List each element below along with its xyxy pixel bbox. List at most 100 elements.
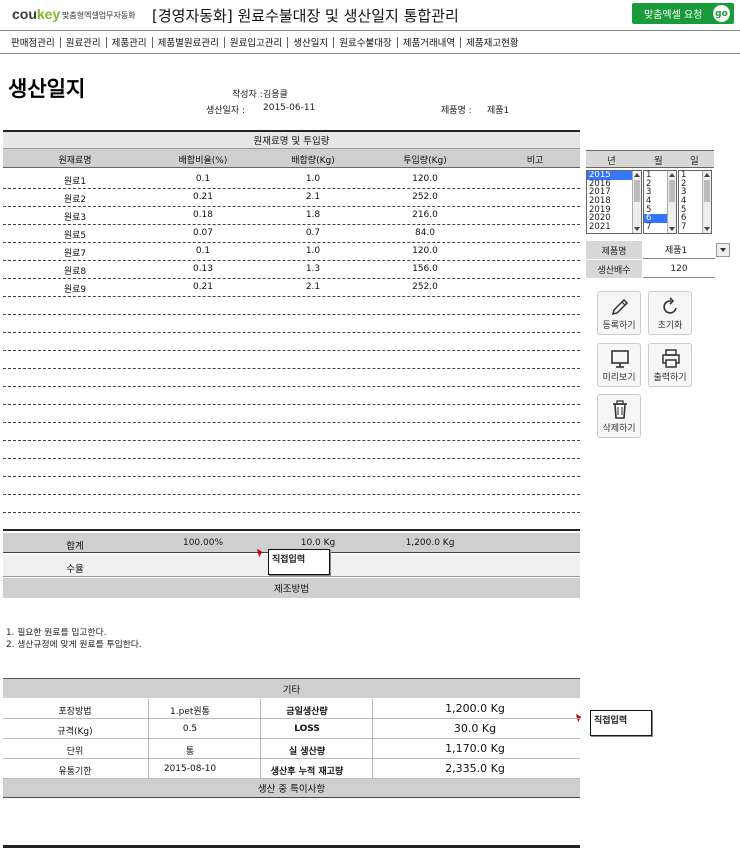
materials-cell[interactable]: 원료2 — [40, 192, 110, 205]
day-listbox[interactable]: 1234567 — [678, 170, 712, 234]
materials-cell[interactable]: 0.21 — [168, 192, 238, 202]
product-dropdown-button[interactable] — [716, 243, 730, 257]
refresh-icon — [663, 297, 677, 314]
row-divider — [3, 314, 580, 315]
day-header: 일 — [690, 156, 699, 167]
etc-value[interactable]: 통 — [150, 744, 230, 757]
row-divider — [3, 440, 580, 441]
materials-cell[interactable]: 2.1 — [278, 282, 348, 292]
print-button[interactable]: 출력하기 — [648, 343, 692, 387]
year-listbox[interactable]: 2015 2016 2017 2018 2019 2020 2021 — [586, 170, 642, 234]
row-divider — [3, 476, 580, 477]
side-product-value[interactable]: 제품1 — [643, 241, 715, 259]
col-header-note: 비고 — [526, 156, 544, 166]
logo-subtitle: 맞춤형엑셀업무자동화 — [62, 11, 136, 20]
page-title: 생산일지 — [8, 77, 86, 101]
materials-cell[interactable]: 0.13 — [168, 264, 238, 274]
printer-icon — [662, 349, 680, 368]
nav-item-product-transactions[interactable]: 제품거래내역 — [398, 35, 460, 49]
method-text[interactable]: 1. 필요한 원료를 입고한다. 2. 생산규정에 맞게 원료를 투입한다. — [6, 627, 142, 651]
row-divider — [3, 224, 580, 225]
register-button[interactable]: 등록하기 — [597, 291, 641, 335]
row-divider — [3, 386, 580, 387]
materials-cell[interactable]: 원료5 — [40, 228, 110, 241]
etc-label: 금일생산량 — [286, 707, 328, 717]
custom-excel-request-button[interactable]: 맞춤엑셀 요청 go — [632, 3, 734, 24]
coukey-logo: coukey — [12, 6, 61, 22]
materials-cell[interactable]: 2.1 — [278, 192, 348, 202]
materials-cell[interactable]: 252.0 — [390, 282, 460, 292]
materials-cell[interactable]: 원료8 — [40, 264, 110, 277]
materials-cell[interactable]: 1.0 — [278, 174, 348, 184]
materials-cell[interactable]: 1.0 — [278, 246, 348, 256]
materials-cell[interactable]: 120.0 — [390, 174, 460, 184]
multiple-value[interactable]: 120 — [643, 260, 715, 278]
writer-value[interactable]: 김용클 — [263, 87, 288, 100]
materials-cell[interactable]: 원료3 — [40, 210, 110, 223]
etc-label: 단위 — [66, 747, 84, 757]
total-amount: 10.0 Kg — [300, 538, 336, 548]
date-value[interactable]: 2015-06-11 — [263, 103, 315, 113]
nav-item-store[interactable]: 판매점관리 — [6, 35, 60, 49]
nav-item-production-log[interactable]: 생산일지 — [288, 35, 333, 49]
etc-value[interactable]: 30.0 Kg — [420, 722, 530, 735]
yield-label[interactable]: 수율 — [40, 561, 110, 575]
nav-item-material-receipt[interactable]: 원료입고관리 — [225, 35, 287, 49]
total-label: 합계 — [66, 541, 84, 552]
col-header-ratio: 배합비율(%) — [178, 156, 228, 166]
etc-value[interactable]: 0.5 — [150, 724, 230, 734]
materials-cell[interactable]: 1.8 — [278, 210, 348, 220]
materials-cell[interactable]: 0.7 — [278, 228, 348, 238]
row-divider — [3, 494, 580, 495]
row-divider — [3, 206, 580, 207]
etc-value[interactable]: 2015-08-10 — [150, 764, 230, 774]
direct-input-comment-2: 직접입력 — [590, 710, 652, 736]
month-listbox[interactable]: 1234567 — [643, 170, 677, 234]
etc-value[interactable]: 2,335.0 Kg — [420, 762, 530, 775]
total-input: 1,200.0 Kg — [405, 538, 455, 548]
materials-cell[interactable]: 216.0 — [390, 210, 460, 220]
writer-label: 작성자 : — [232, 90, 263, 100]
nav-item-product-material[interactable]: 제품별원료관리 — [153, 35, 224, 49]
nav-item-material-ledger[interactable]: 원료수불대장 — [334, 35, 396, 49]
materials-cell[interactable]: 120.0 — [390, 246, 460, 256]
etc-label: 실 생산량 — [288, 747, 326, 757]
materials-cell[interactable]: 252.0 — [390, 192, 460, 202]
reset-button[interactable]: 초기화 — [648, 291, 692, 335]
preview-button[interactable]: 미리보기 — [597, 343, 641, 387]
materials-cell[interactable]: 1.3 — [278, 264, 348, 274]
row-divider — [3, 422, 580, 423]
app-title: [경영자동화] 원료수불대장 및 생산일지 통합관리 — [152, 7, 459, 25]
chevron-down-icon — [720, 248, 726, 252]
row-divider — [3, 368, 580, 369]
etc-value[interactable]: 1,200.0 Kg — [420, 702, 530, 715]
materials-cell[interactable]: 원료1 — [40, 174, 110, 187]
trash-icon — [613, 400, 627, 419]
materials-cell[interactable]: 0.21 — [168, 282, 238, 292]
materials-cell[interactable]: 0.07 — [168, 228, 238, 238]
nav-item-product-inventory[interactable]: 제품재고현황 — [461, 35, 523, 49]
etc-value[interactable]: 1.pet원통 — [150, 704, 230, 717]
side-product-label: 제품명 — [586, 241, 642, 259]
row-divider — [3, 296, 580, 297]
delete-button[interactable]: 삭제하기 — [597, 394, 641, 438]
etc-value[interactable]: 1,170.0 Kg — [420, 742, 530, 755]
row-divider — [3, 242, 580, 243]
monitor-icon — [611, 350, 629, 368]
nav-item-material[interactable]: 원료관리 — [61, 35, 106, 49]
materials-section-title: 원재료명 및 투입량 — [3, 132, 580, 148]
materials-cell[interactable]: 원료9 — [40, 282, 110, 295]
total-ratio: 100.00% — [182, 538, 224, 548]
etc-title: 기타 — [3, 678, 580, 698]
product-value[interactable]: 제품1 — [487, 103, 509, 116]
materials-cell[interactable]: 원료7 — [40, 246, 110, 259]
etc-label: 규격(Kg) — [57, 727, 93, 737]
etc-label: 유통기한 — [58, 767, 92, 777]
materials-cell[interactable]: 0.1 — [168, 174, 238, 184]
materials-cell[interactable]: 0.18 — [168, 210, 238, 220]
nav-item-product[interactable]: 제품관리 — [107, 35, 152, 49]
materials-cell[interactable]: 156.0 — [390, 264, 460, 274]
materials-cell[interactable]: 84.0 — [390, 228, 460, 238]
row-divider — [3, 404, 580, 405]
materials-cell[interactable]: 0.1 — [168, 246, 238, 256]
